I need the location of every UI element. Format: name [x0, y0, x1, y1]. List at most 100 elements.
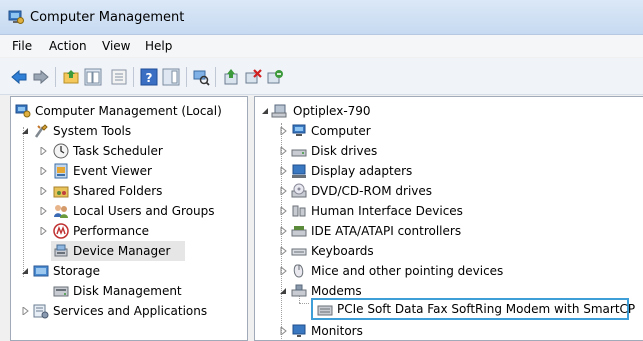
storage-icon — [33, 265, 49, 277]
expand-arrow-icon[interactable] — [39, 207, 47, 215]
expand-arrow-icon[interactable] — [279, 207, 287, 215]
expand-arrow-icon[interactable] — [39, 147, 47, 155]
device-tree-pane[interactable]: Optiplex-790 Computer Disk drives Displa… — [254, 96, 643, 341]
expand-arrow-icon[interactable] — [279, 147, 287, 155]
task-scheduler-icon — [53, 143, 69, 159]
expand-arrow-icon[interactable] — [279, 267, 287, 275]
tree-item-label: Optiplex-790 — [293, 104, 371, 118]
update-driver-icon[interactable] — [222, 68, 240, 86]
window-title: Computer Management — [30, 10, 185, 25]
forward-arrow-icon[interactable] — [32, 68, 50, 86]
expand-arrow-icon[interactable] — [21, 307, 29, 315]
mouse-icon — [293, 264, 304, 278]
tree-item-label: Disk Management — [73, 284, 182, 298]
scan-hardware-icon[interactable] — [192, 68, 210, 86]
uninstall-icon[interactable] — [244, 68, 262, 86]
tree-item-label: PCIe Soft Data Fax SoftRing Modem with S… — [337, 302, 636, 316]
properties-icon[interactable] — [110, 68, 128, 86]
tree-item-label: Disk drives — [311, 144, 378, 158]
event-viewer-icon — [54, 163, 68, 179]
tree-item-disk-management[interactable]: Disk Management — [11, 281, 247, 301]
tree-item-label: Shared Folders — [73, 184, 163, 198]
menu-bar: File Action View Help — [0, 35, 643, 57]
expand-arrow-icon[interactable] — [279, 227, 287, 235]
disk-drive-icon — [291, 149, 307, 157]
tree-item-performance[interactable]: Performance — [11, 221, 247, 241]
tree-item-mice[interactable]: Mice and other pointing devices — [255, 261, 641, 281]
system-tools-icon — [34, 124, 48, 138]
menu-help[interactable]: Help — [145, 39, 172, 53]
collapse-arrow-icon[interactable] — [21, 267, 29, 275]
users-icon — [54, 205, 68, 218]
menu-view[interactable]: View — [102, 39, 130, 53]
computer-icon — [292, 124, 306, 136]
collapse-arrow-icon[interactable] — [279, 287, 287, 295]
help-icon[interactable]: ? — [140, 68, 158, 86]
monitor-icon — [292, 324, 306, 337]
expand-arrow-icon[interactable] — [39, 167, 47, 175]
tree-item-label: Mice and other pointing devices — [311, 264, 504, 278]
tree-item-label: Keyboards — [311, 244, 374, 258]
expand-arrow-icon[interactable] — [279, 167, 287, 175]
computer-icon — [271, 104, 287, 118]
tree-item-label: DVD/CD-ROM drives — [311, 184, 433, 198]
tree-connector — [299, 303, 309, 304]
menu-action[interactable]: Action — [49, 39, 87, 53]
toolbar: ? — [0, 58, 643, 95]
svg-text:?: ? — [146, 71, 153, 85]
tree-item-shared-folders[interactable]: Shared Folders — [11, 181, 247, 201]
shared-folders-icon — [53, 186, 69, 198]
tree-item-event-viewer[interactable]: Event Viewer — [11, 161, 247, 181]
expand-arrow-icon[interactable] — [279, 327, 287, 335]
modem-icon — [291, 284, 307, 297]
tree-item-pcie-soft-data-fax-modem[interactable]: PCIe Soft Data Fax SoftRing Modem with S… — [311, 298, 635, 320]
tree-item-label: Human Interface Devices — [311, 204, 463, 218]
collapse-arrow-icon[interactable] — [261, 107, 269, 115]
action-pane-icon[interactable] — [162, 68, 180, 86]
tree-item-device-manager[interactable]: Device Manager — [51, 241, 185, 261]
tree-item-system-tools[interactable]: System Tools — [11, 121, 247, 141]
performance-icon — [53, 223, 69, 239]
tree-item-label: Storage — [53, 264, 100, 278]
device-manager-icon — [54, 244, 68, 257]
tree-item-disk-drives[interactable]: Disk drives — [255, 141, 641, 161]
up-folder-icon[interactable] — [62, 68, 80, 86]
tree-item-task-scheduler[interactable]: Task Scheduler — [11, 141, 247, 161]
hid-icon — [292, 205, 306, 217]
computer-management-icon — [15, 104, 31, 118]
tree-item-label: Task Scheduler — [73, 144, 163, 158]
tree-item-optiplex-790[interactable]: Optiplex-790 — [255, 101, 641, 121]
tree-item-label: Computer Management (Local) — [35, 104, 222, 118]
expand-arrow-icon[interactable] — [39, 187, 47, 195]
tree-item-label: Modems — [311, 284, 362, 298]
services-icon — [33, 304, 49, 319]
modem-icon — [317, 305, 333, 316]
tree-item-storage[interactable]: Storage — [11, 261, 247, 281]
tree-item-display-adapters[interactable]: Display adapters — [255, 161, 641, 181]
tree-item-computer[interactable]: Computer — [255, 121, 641, 141]
show-hide-tree-icon[interactable] — [84, 68, 102, 86]
expand-arrow-icon[interactable] — [279, 247, 287, 255]
tree-item-ide-ata-atapi-controllers[interactable]: IDE ATA/ATAPI controllers — [255, 221, 641, 241]
expand-arrow-icon[interactable] — [279, 187, 287, 195]
back-arrow-icon[interactable] — [10, 68, 28, 86]
tree-item-human-interface-devices[interactable]: Human Interface Devices — [255, 201, 641, 221]
expand-arrow-icon[interactable] — [39, 227, 47, 235]
toolbar-separator — [133, 67, 134, 87]
tree-item-services-and-applications[interactable]: Services and Applications — [11, 301, 247, 321]
tree-item-dvd-cd-rom-drives[interactable]: DVD/CD-ROM drives — [255, 181, 641, 201]
menu-file[interactable]: File — [12, 39, 32, 53]
expand-arrow-icon[interactable] — [279, 127, 287, 135]
console-tree-pane[interactable]: Computer Management (Local) System Tools… — [10, 96, 248, 341]
dvd-drive-icon — [291, 183, 307, 198]
tree-item-local-users-and-groups[interactable]: Local Users and Groups — [11, 201, 247, 221]
ide-controller-icon — [291, 226, 307, 237]
title-bar: Computer Management — [0, 0, 643, 35]
disable-device-icon[interactable] — [266, 68, 284, 86]
collapse-arrow-icon[interactable] — [21, 127, 29, 135]
tree-item-monitors[interactable]: Monitors — [255, 321, 641, 340]
tree-item-label: Local Users and Groups — [73, 204, 215, 218]
toolbar-separator — [55, 67, 56, 87]
tree-item-keyboards[interactable]: Keyboards — [255, 241, 641, 261]
tree-item-computer-management[interactable]: Computer Management (Local) — [11, 101, 247, 121]
